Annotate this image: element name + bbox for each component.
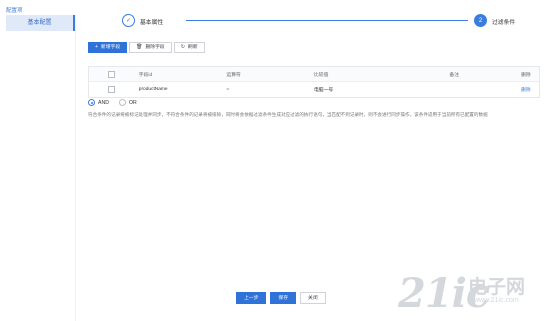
step-2-label: 过滤条件 xyxy=(492,20,516,26)
row-checkbox[interactable] xyxy=(108,86,116,93)
refresh-button[interactable]: ↻ 刷新 xyxy=(173,42,205,53)
note-cell[interactable] xyxy=(445,82,517,97)
column-header: 备注 xyxy=(449,72,459,78)
add-field-label: 新增字段 xyxy=(100,45,121,50)
watermark-cn: 电子网 xyxy=(468,277,526,298)
column-header: 删除 xyxy=(521,72,531,78)
logic-radio-group: AND OR xyxy=(88,99,147,106)
operator-cell[interactable]: = xyxy=(222,82,310,97)
watermark-logo: 21ic 电子网 www.21ic.com xyxy=(398,270,550,317)
column-header: 运算符 xyxy=(226,72,241,78)
add-field-button[interactable]: + 新增字段 xyxy=(88,42,128,53)
delete-link-text[interactable]: 删除 xyxy=(521,86,531,93)
and-radio[interactable] xyxy=(88,99,95,106)
field-cell[interactable]: productName xyxy=(135,82,223,97)
step-2-number: 2 xyxy=(474,14,487,27)
save-button[interactable]: 保存 xyxy=(270,292,297,304)
footer-actions: 上一步 保存 关闭 xyxy=(236,292,330,304)
header-select-all[interactable] xyxy=(89,67,135,81)
sidebar-item-basic-config[interactable]: 基本配置 xyxy=(6,15,75,31)
step-1-label: 基本属性 xyxy=(140,20,164,26)
trash-icon: 🗑 xyxy=(136,44,143,50)
refresh-icon: ↻ xyxy=(180,44,185,50)
column-header: 字段id xyxy=(138,72,153,78)
step-connector xyxy=(186,20,468,21)
or-radio-label[interactable]: OR xyxy=(129,100,137,106)
table-row[interactable]: productName = 电脑一号 删除 xyxy=(89,82,539,97)
delete-field-button[interactable]: 🗑 删除字段 xyxy=(129,42,172,53)
column-header: 比较值 xyxy=(314,72,329,78)
prev-step-button[interactable]: 上一步 xyxy=(236,292,267,304)
step-indicator: ✓ 基本属性 2 过滤条件 xyxy=(122,14,522,30)
watermark-url: www.21ic.com xyxy=(474,297,519,304)
delete-field-label: 删除字段 xyxy=(145,45,165,50)
filter-grid: 字段id 运算符 比较值 备注 删除 productName = 电脑一号 删除 xyxy=(88,66,540,98)
delete-row-link[interactable]: 删除 xyxy=(517,82,539,97)
sidebar: 基本配置 xyxy=(6,15,76,321)
and-radio-label[interactable]: AND xyxy=(98,100,109,106)
or-radio[interactable] xyxy=(118,99,126,106)
value-cell[interactable]: 电脑一号 xyxy=(310,82,445,97)
filter-description: 符合条件的记录将被标记处理并同步，不符合条件的记录将被排除，同时将会依据过滤条件… xyxy=(88,112,488,117)
row-select[interactable] xyxy=(89,82,135,97)
select-all-checkbox[interactable] xyxy=(108,70,116,78)
close-button[interactable]: 关闭 xyxy=(300,292,326,304)
grid-header: 字段id 运算符 比较值 备注 删除 xyxy=(89,67,539,82)
toolbar: + 新增字段 🗑 删除字段 ↻ 刷新 xyxy=(88,42,207,53)
breadcrumb-link[interactable]: 配置项 xyxy=(6,6,23,14)
check-icon: ✓ xyxy=(122,14,135,27)
refresh-label: 刷新 xyxy=(187,45,198,50)
plus-icon: + xyxy=(95,44,98,50)
